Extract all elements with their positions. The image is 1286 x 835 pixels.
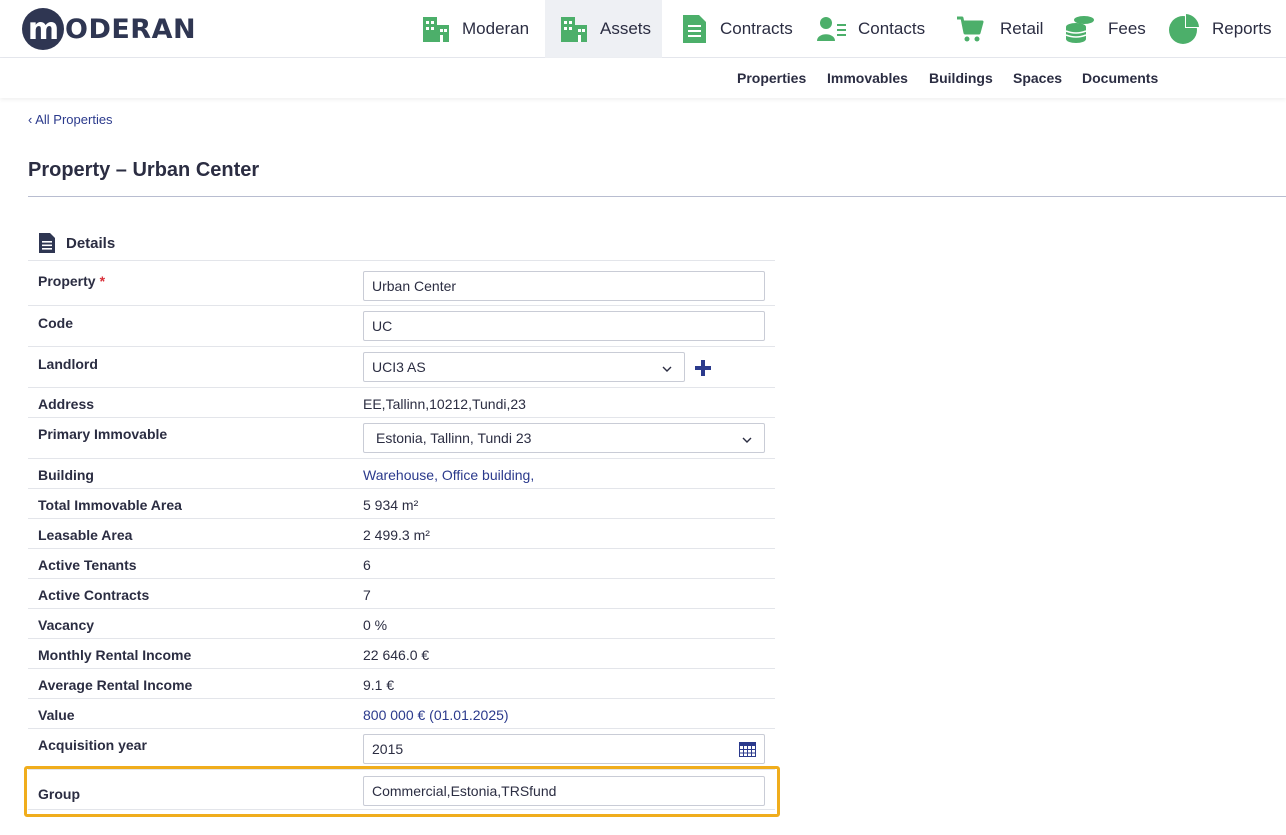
active-contracts-value: 7	[363, 587, 371, 603]
field-label: Acquisition year	[38, 737, 147, 753]
shopping-cart-icon	[954, 13, 986, 45]
leasable-area-value: 2 499.3 m²	[363, 527, 430, 543]
row-vacancy: Vacancy 0 %	[28, 608, 775, 638]
logo-text: ODERAN	[65, 13, 197, 45]
contact-card-icon	[816, 13, 848, 45]
field-label: Total Immovable Area	[38, 497, 182, 513]
field-label: Property *	[38, 273, 106, 289]
nav-label: Moderan	[462, 19, 530, 38]
building-icon	[420, 13, 452, 45]
nav-label: Assets	[600, 19, 652, 38]
row-leasable-area: Leasable Area 2 499.3 m²	[28, 518, 775, 548]
subnav-documents[interactable]: Documents	[1082, 70, 1158, 86]
building-icon	[558, 13, 590, 45]
field-label: Building	[38, 467, 94, 483]
pie-chart-icon	[1168, 13, 1200, 45]
property-name-input[interactable]: Urban Center	[363, 271, 765, 301]
nav-contracts[interactable]: Contracts	[678, 0, 793, 58]
row-code: Code UC	[28, 305, 775, 346]
chevron-down-icon	[662, 361, 672, 372]
field-label: Monthly Rental Income	[38, 647, 192, 663]
top-navigation-bar: m ODERAN Moderan Assets Contracts Contac…	[0, 0, 1286, 58]
field-label: Primary Immovable	[38, 426, 168, 442]
chevron-left-icon: ‹	[28, 112, 33, 127]
field-label: Active Contracts	[38, 587, 150, 603]
code-input[interactable]: UC	[363, 311, 765, 341]
title-divider	[28, 196, 1286, 197]
acquisition-year-input[interactable]: 2015	[363, 734, 765, 764]
subnav-spaces[interactable]: Spaces	[1013, 70, 1062, 86]
subnav-buildings[interactable]: Buildings	[929, 70, 993, 86]
landlord-select[interactable]: UCI3 AS	[363, 352, 685, 382]
nav-contacts[interactable]: Contacts	[816, 0, 925, 58]
nav-label: Retail	[1000, 19, 1044, 38]
logo-mark: m	[22, 8, 64, 50]
field-label: Value	[38, 707, 75, 723]
row-property: Property * Urban Center	[28, 260, 775, 305]
nav-fees[interactable]: Fees	[1064, 0, 1146, 58]
row-primary-immovable: Primary Immovable Estonia, Tallinn, Tund…	[28, 417, 775, 458]
moderan-logo[interactable]: m ODERAN	[22, 7, 196, 51]
details-section-header: Details	[38, 233, 115, 253]
row-landlord: Landlord UCI3 AS	[28, 346, 775, 387]
nav-reports[interactable]: Reports	[1168, 0, 1272, 58]
row-address: Address EE,Tallinn,10212,Tundi,23	[28, 387, 775, 417]
required-marker: *	[99, 273, 106, 289]
field-label: Code	[38, 315, 73, 331]
address-value: EE,Tallinn,10212,Tundi,23	[363, 396, 526, 412]
landlord-selected-value: UCI3 AS	[372, 359, 426, 375]
row-monthly-rental-income: Monthly Rental Income 22 646.0 €	[28, 638, 775, 668]
active-tenants-value: 6	[363, 557, 371, 573]
property-value-link[interactable]: 800 000 € (01.01.2025)	[363, 707, 509, 723]
calendar-icon[interactable]	[739, 742, 756, 757]
field-label: Address	[38, 396, 95, 412]
breadcrumb-label: All Properties	[35, 112, 113, 127]
document-icon	[38, 233, 56, 253]
page-title: Property – Urban Center	[28, 159, 260, 181]
nav-label: Reports	[1212, 19, 1272, 38]
nav-retail[interactable]: Retail	[954, 0, 1043, 58]
row-building: Building Warehouse, Office building,	[28, 458, 775, 488]
primary-immovable-selected-value: Estonia, Tallinn, Tundi 23	[376, 430, 532, 446]
nav-moderan[interactable]: Moderan	[410, 0, 545, 58]
monthly-rental-income-value: 22 646.0 €	[363, 647, 430, 663]
section-title: Details	[66, 234, 116, 252]
row-active-contracts: Active Contracts 7	[28, 578, 775, 608]
field-label: Landlord	[38, 356, 98, 372]
total-immovable-area-value: 5 934 m²	[363, 497, 419, 513]
coins-icon	[1064, 13, 1096, 45]
chevron-down-icon	[742, 432, 752, 443]
subnav-immovables[interactable]: Immovables	[827, 70, 908, 86]
nav-label: Contracts	[720, 19, 793, 38]
document-icon	[678, 13, 710, 45]
row-acquisition-year: Acquisition year 2015	[28, 728, 775, 769]
row-value: Value 800 000 € (01.01.2025)	[28, 698, 775, 728]
row-active-tenants: Active Tenants 6	[28, 548, 775, 578]
nav-label: Fees	[1108, 19, 1146, 38]
building-links[interactable]: Warehouse, Office building,	[363, 467, 534, 483]
row-average-rental-income: Average Rental Income 9.1 €	[28, 668, 775, 698]
vacancy-value: 0 %	[363, 617, 388, 633]
breadcrumb-back-link[interactable]: ‹ All Properties	[28, 112, 113, 127]
add-landlord-plus-icon[interactable]	[694, 359, 712, 377]
sub-navigation: Properties Immovables Buildings Spaces D…	[0, 58, 1286, 98]
field-label: Leasable Area	[38, 527, 133, 543]
group-row-highlight	[24, 766, 780, 817]
average-rental-income-value: 9.1 €	[363, 677, 395, 693]
acquisition-year-value: 2015	[372, 741, 404, 757]
nav-label: Contacts	[858, 19, 926, 38]
nav-assets[interactable]: Assets	[545, 0, 662, 58]
subnav-properties[interactable]: Properties	[737, 70, 806, 86]
row-total-immovable-area: Total Immovable Area 5 934 m²	[28, 488, 775, 518]
field-label: Active Tenants	[38, 557, 137, 573]
field-label: Vacancy	[38, 617, 95, 633]
field-label: Average Rental Income	[38, 677, 193, 693]
primary-immovable-select[interactable]: Estonia, Tallinn, Tundi 23	[363, 423, 765, 453]
